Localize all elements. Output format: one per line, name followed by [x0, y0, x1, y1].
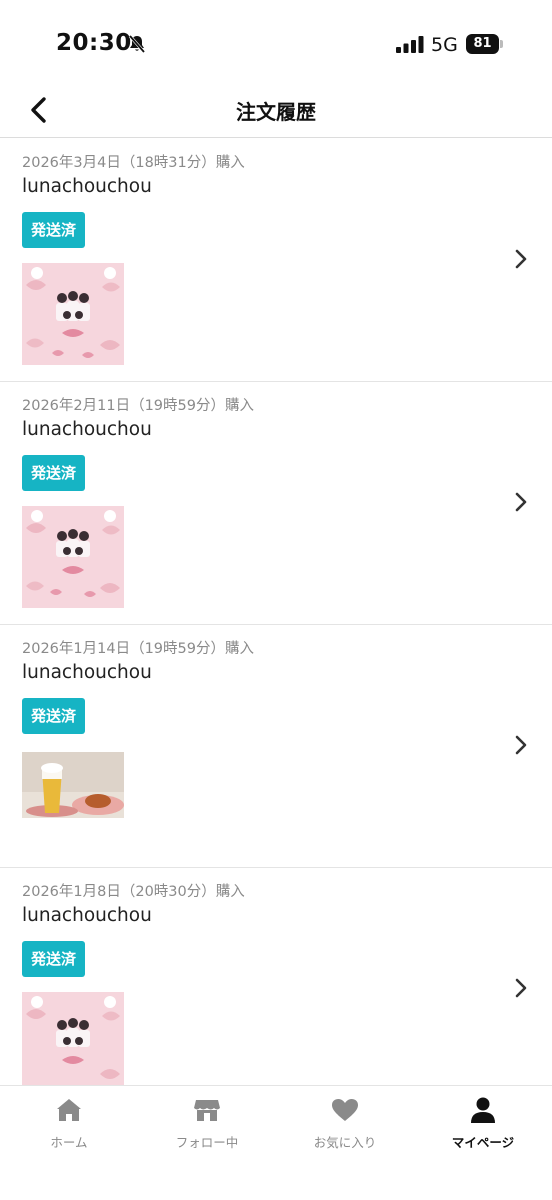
shop-name: lunachouchou: [22, 176, 152, 197]
order-date: 2026年1月14日（19時59分）購入: [22, 641, 254, 657]
tab-label: フォロー中: [175, 1135, 239, 1150]
chevron-right-icon: [515, 249, 527, 269]
shop-name: lunachouchou: [22, 419, 152, 440]
product-thumbnail: [22, 263, 124, 365]
tab-label: マイページ: [451, 1135, 515, 1150]
tab-mypage[interactable]: マイページ: [414, 1096, 552, 1156]
battery-level: 81: [473, 36, 492, 51]
tab-bar: ホーム フォロー中 お気に入り マイページ: [0, 1085, 552, 1200]
order-date: 2026年3月4日（18時31分）購入: [22, 155, 245, 171]
status-badge: 発送済: [22, 212, 86, 248]
shop-icon: [194, 1100, 220, 1121]
person-icon: [471, 1097, 495, 1123]
bell-muted-icon: [128, 35, 146, 53]
status-badge: 発送済: [22, 455, 86, 491]
signal-icon: [396, 36, 424, 53]
order-list: 2026年3月4日（18時31分）購入 lunachouchou 発送済 202…: [0, 139, 552, 1085]
order-item[interactable]: 2026年3月4日（18時31分）購入 lunachouchou 発送済: [0, 139, 552, 382]
tab-label: ホーム: [50, 1135, 88, 1150]
chevron-right-icon: [515, 978, 527, 998]
tab-following[interactable]: フォロー中: [138, 1096, 276, 1156]
chevron-right-icon: [515, 735, 527, 755]
status-badge: 発送済: [22, 698, 86, 734]
product-thumbnail: [22, 749, 124, 851]
page-title: 注文履歴: [236, 100, 316, 124]
order-item[interactable]: 2026年1月14日（19時59分）購入 lunachouchou 発送済: [0, 625, 552, 868]
network-type: 5G: [431, 34, 458, 56]
shop-name: lunachouchou: [22, 905, 152, 926]
chevron-right-icon: [515, 492, 527, 512]
order-date: 2026年1月8日（20時30分）購入: [22, 884, 245, 900]
nav-header: 注文履歴: [0, 84, 552, 138]
status-badge: 発送済: [22, 941, 86, 977]
product-thumbnail: [22, 506, 124, 608]
product-thumbnail: [22, 992, 124, 1085]
shop-name: lunachouchou: [22, 662, 152, 683]
tab-label: お気に入り: [313, 1135, 377, 1150]
order-history-screen: 20:30 5G 81 注文履歴 2026年3月4日（18時31分）購入 lun…: [0, 0, 552, 1200]
order-item[interactable]: 2026年2月11日（19時59分）購入 lunachouchou 発送済: [0, 382, 552, 625]
battery-icon: 81: [466, 34, 503, 54]
tab-home[interactable]: ホーム: [0, 1096, 138, 1156]
status-bar: 20:30 5G 81: [0, 0, 552, 84]
order-date: 2026年2月11日（19時59分）購入: [22, 398, 254, 414]
order-item[interactable]: 2026年1月8日（20時30分）購入 lunachouchou 発送済: [0, 868, 552, 1085]
tab-favorites[interactable]: お気に入り: [276, 1096, 414, 1156]
home-icon: [57, 1099, 81, 1121]
clock: 20:30: [56, 30, 132, 56]
heart-icon: [332, 1099, 358, 1121]
